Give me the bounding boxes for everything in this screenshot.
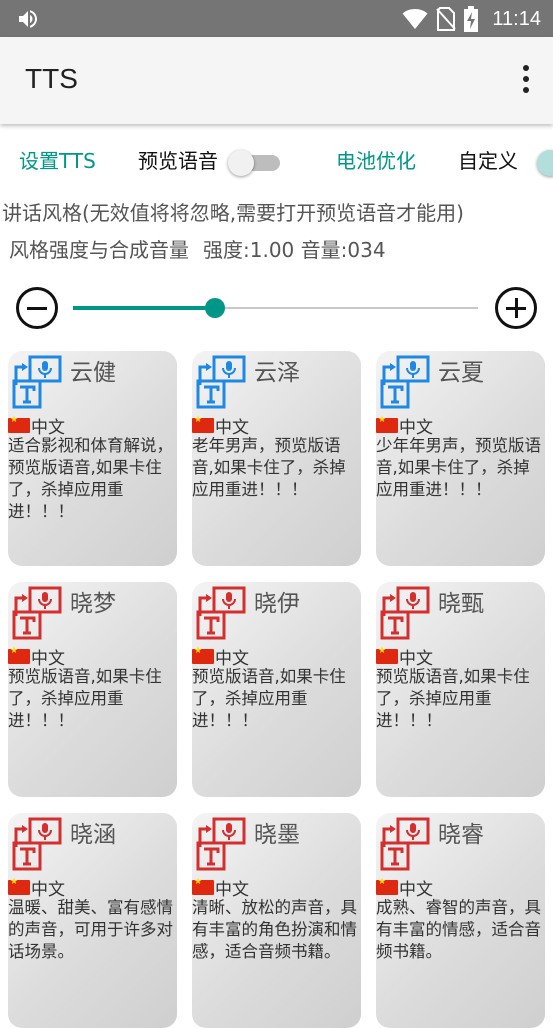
voice-description: 适合影视和体育解说，预览版语音,如果卡住了，杀掉应用重进！！！ [8, 436, 173, 521]
china-flag-icon [8, 877, 30, 895]
custom-switch[interactable] [537, 150, 553, 176]
tts-voice-icon [380, 586, 430, 640]
clock: 11:14 [492, 7, 541, 30]
status-bar: 11:14 [0, 0, 553, 37]
voice-description: 成熟、睿智的声音，具有丰富的情感，适合音频书籍。 [376, 898, 541, 961]
minus-icon [27, 307, 47, 310]
voice-card[interactable]: 云健中文适合影视和体育解说，预览版语音,如果卡住了，杀掉应用重进！！！ [8, 351, 177, 566]
voice-description: 老年男声，预览版语音,如果卡住了，杀掉应用重进！！！ [192, 436, 346, 499]
controls-row: 设置TTS 预览语音 电池优化 自定义 [0, 142, 553, 180]
tts-voice-icon [196, 355, 246, 409]
app-bar: TTS [0, 37, 553, 124]
voice-card[interactable]: 晓涵中文温暖、甜美、富有感情的声音，可用于许多对话场景。 [8, 813, 177, 1028]
overflow-menu-icon[interactable] [519, 65, 533, 99]
voice-name: 云夏 [438, 360, 484, 386]
voice-card[interactable]: 晓伊中文预览版语音,如果卡住了，杀掉应用重进！！！ [192, 582, 361, 797]
battery-charging-icon [464, 6, 479, 32]
no-sim-icon [436, 7, 457, 31]
voice-name: 晓涵 [70, 822, 116, 848]
voice-card[interactable]: 晓梦中文预览版语音,如果卡住了，杀掉应用重进！！！ [8, 582, 177, 797]
speaking-style-description: 讲话风格(无效值将将忽略,需要打开预览语音才能用) [2, 201, 464, 225]
voice-description: 少年年男声，预览版语音,如果卡住了，杀掉应用重进！！！ [376, 436, 541, 499]
strength-value: 强度:1.00 音量:034 [203, 238, 386, 262]
voice-card[interactable]: 晓甄中文预览版语音,如果卡住了，杀掉应用重进！！！ [376, 582, 545, 797]
voice-name: 晓睿 [438, 822, 484, 848]
voice-description: 预览版语音,如果卡住了，杀掉应用重进！！！ [192, 667, 346, 730]
china-flag-icon [8, 646, 30, 664]
voice-description: 预览版语音,如果卡住了，杀掉应用重进！！！ [376, 667, 530, 730]
voice-description: 温暖、甜美、富有感情的声音，可用于许多对话场景。 [8, 898, 173, 961]
voice-name: 晓甄 [438, 591, 484, 617]
china-flag-icon [192, 877, 214, 895]
china-flag-icon [376, 415, 398, 433]
voice-card[interactable]: 云夏中文少年年男声，预览版语音,如果卡住了，杀掉应用重进！！！ [376, 351, 545, 566]
voice-description: 清晰、放松的声音，具有丰富的角色扮演和情感，适合音频书籍。 [192, 898, 357, 961]
custom-label: 自定义 [458, 149, 518, 173]
preview-voice-label: 预览语音 [138, 149, 218, 173]
china-flag-icon [192, 415, 214, 433]
battery-optimization-button[interactable]: 电池优化 [336, 142, 416, 180]
setup-tts-button[interactable]: 设置TTS [19, 142, 96, 180]
voice-card[interactable]: 云泽中文老年男声，预览版语音,如果卡住了，杀掉应用重进！！！ [192, 351, 361, 566]
slider-thumb[interactable] [204, 298, 225, 318]
voice-card[interactable]: 晓墨中文清晰、放松的声音，具有丰富的角色扮演和情感，适合音频书籍。 [192, 813, 361, 1028]
strength-slider-row [0, 287, 553, 331]
china-flag-icon [376, 646, 398, 664]
voice-name: 晓墨 [254, 822, 300, 848]
voice-name: 云健 [70, 360, 116, 386]
tts-voice-icon [12, 586, 62, 640]
style-strength-row: 风格强度与合成音量 强度:1.00 音量:034 [9, 234, 386, 263]
china-flag-icon [192, 646, 214, 664]
china-flag-icon [8, 415, 30, 433]
tts-voice-icon [196, 586, 246, 640]
decrease-button[interactable] [16, 287, 58, 329]
voice-name: 云泽 [254, 360, 300, 386]
strength-label: 风格强度与合成音量 [9, 238, 189, 262]
china-flag-icon [376, 877, 398, 895]
voice-name: 晓梦 [70, 591, 116, 617]
wifi-icon [402, 9, 428, 29]
voice-card[interactable]: 晓睿中文成熟、睿智的声音，具有丰富的情感，适合音频书籍。 [376, 813, 545, 1028]
tts-voice-icon [12, 355, 62, 409]
tts-voice-icon [196, 817, 246, 871]
tts-voice-icon [380, 817, 430, 871]
preview-voice-switch[interactable] [228, 150, 282, 176]
voice-description: 预览版语音,如果卡住了，杀掉应用重进！！！ [8, 667, 162, 730]
voice-name: 晓伊 [254, 591, 300, 617]
tts-voice-icon [380, 355, 430, 409]
app-title: TTS [25, 63, 78, 94]
tts-voice-icon [12, 817, 62, 871]
strength-slider[interactable] [73, 298, 478, 318]
increase-button[interactable] [495, 287, 537, 329]
volume-icon [19, 10, 37, 28]
